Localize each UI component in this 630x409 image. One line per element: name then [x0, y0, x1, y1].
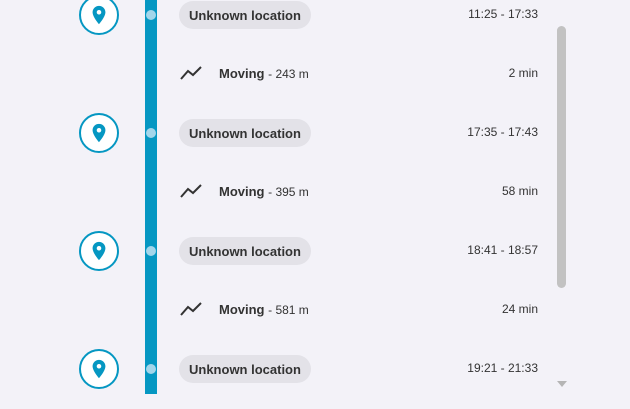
map-pin-icon [79, 113, 119, 153]
scrollbar-thumb[interactable] [557, 26, 566, 288]
move-distance: - 395 m [268, 185, 309, 199]
move-distance: - 243 m [268, 67, 309, 81]
stop-row[interactable]: Unknown location 17:35 - 17:43 [0, 113, 630, 163]
time-range: 18:41 - 18:57 [467, 243, 538, 257]
time-range: 17:35 - 17:43 [467, 125, 538, 139]
stop-row[interactable]: Unknown location 19:21 - 21:33 [0, 349, 630, 399]
move-label: Moving [219, 302, 265, 317]
move-text: Moving - 581 m [219, 302, 309, 317]
move-row[interactable]: Moving - 395 m 58 min [0, 174, 630, 224]
move-duration: 58 min [501, 184, 538, 198]
location-pill[interactable]: Unknown location [179, 237, 311, 265]
move-distance: - 581 m [268, 303, 309, 317]
location-pill[interactable]: Unknown location [179, 119, 311, 147]
timeline-dot [146, 128, 156, 138]
move-row[interactable]: Moving - 581 m 24 min [0, 292, 630, 342]
move-text: Moving - 243 m [219, 66, 309, 81]
timeline-dot [146, 364, 156, 374]
stop-row[interactable]: Unknown location 18:41 - 18:57 [0, 231, 630, 281]
location-pill[interactable]: Unknown location [179, 355, 311, 383]
trend-line-icon [180, 184, 202, 198]
move-label: Moving [219, 66, 265, 81]
map-pin-icon [79, 231, 119, 271]
time-range: 11:25 - 17:33 [468, 7, 538, 21]
move-text: Moving - 395 m [219, 184, 309, 199]
scroll-down-arrow-icon[interactable] [557, 381, 567, 387]
trend-line-icon [180, 302, 202, 316]
trend-line-icon [180, 66, 202, 80]
location-pill[interactable]: Unknown location [179, 1, 311, 29]
timeline-dot [146, 10, 156, 20]
stop-row[interactable]: Unknown location 11:25 - 17:33 [0, 0, 630, 45]
move-row[interactable]: Moving - 243 m 2 min [0, 56, 630, 106]
move-duration: 2 min [508, 66, 538, 80]
move-duration: 24 min [501, 302, 538, 316]
map-pin-icon [79, 349, 119, 389]
move-label: Moving [219, 184, 265, 199]
time-range: 19:21 - 21:33 [467, 361, 538, 375]
timeline-dot [146, 246, 156, 256]
map-pin-icon [79, 0, 119, 35]
